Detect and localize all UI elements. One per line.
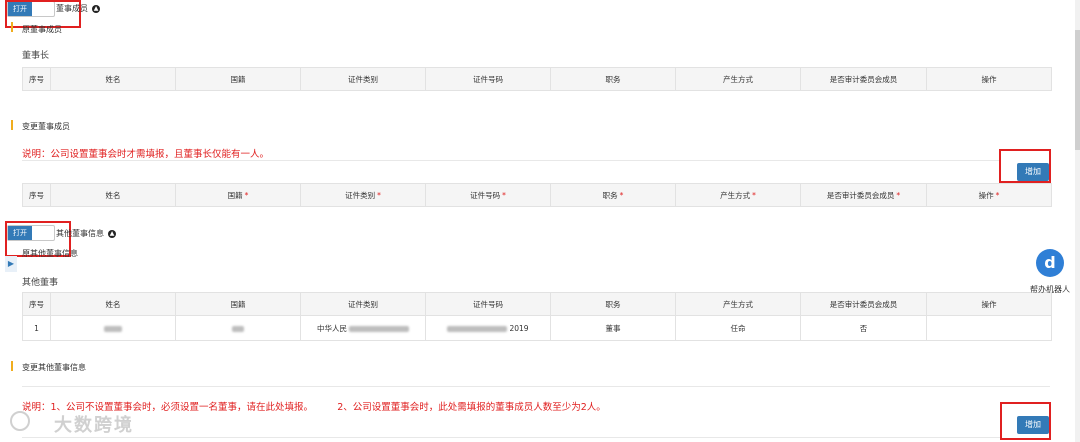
cell-index: 1 [22, 315, 51, 341]
sidebar-expand-icon[interactable]: ▶ [5, 256, 17, 272]
col-header: 姓名 [50, 183, 176, 207]
section-header-label: 其他董事信息 [56, 229, 104, 238]
section-header-other: 其他董事信息 ▲ [56, 228, 116, 239]
table-row[interactable]: 1 中华人民 2019 董事 任命 否 [22, 315, 1052, 341]
col-header: 产生方式 * [675, 183, 801, 207]
cell-nationality-redacted [175, 315, 301, 341]
col-header: 产生方式 [675, 292, 801, 316]
col-header: 职务 [550, 67, 676, 91]
add-other-director-button[interactable]: 增加 [1017, 416, 1049, 434]
cell-name-redacted [50, 315, 176, 341]
chairman-subtitle: 董事长 [22, 51, 50, 61]
section-bar-icon [11, 22, 13, 32]
divider [22, 160, 1000, 161]
watermark-text: 大数跨境 [54, 415, 134, 436]
table-header-row: 序号 姓名 国籍 证件类别 证件号码 职务 产生方式 是否审计委员会成员 操作 [22, 292, 1052, 316]
col-header: 证件号码 [425, 67, 551, 91]
col-header: 操作 * [926, 183, 1052, 207]
col-header: 国籍 * [175, 183, 301, 207]
change-directors-table: 序号 姓名 国籍 * 证件类别 * 证件号码 * 职务 * 产生方式 * 是否审计委员会成… [22, 183, 1052, 207]
col-header: 是否审计委员会成员 * [800, 183, 927, 207]
other-directors-table: 序号 姓名 国籍 证件类别 证件号码 职务 产生方式 是否审计委员会成员 操作 … [22, 292, 1052, 341]
original-directors-title: 原董事成员 [22, 25, 62, 34]
chairman-table: 序号 姓名 国籍 证件类别 证件号码 职务 产生方式 是否审计委员会成员 操作 [22, 67, 1052, 91]
col-header: 序号 [22, 292, 51, 316]
col-header: 是否审计委员会成员 [800, 292, 927, 316]
col-header: 姓名 [50, 292, 176, 316]
help-robot-icon[interactable]: d [1036, 249, 1064, 277]
change-directors-note: 说明：公司设置董事会时才需填报，且董事长仅能有一人。 [22, 149, 270, 160]
help-robot-label: 帮办机器人 [1030, 285, 1070, 294]
col-header: 证件类别 [300, 292, 426, 316]
collapse-icon[interactable]: ▲ [92, 4, 100, 13]
col-header: 证件类别 * [300, 183, 426, 207]
section-header-directors: 董事成员 ▲ [56, 3, 100, 14]
change-other-title: 变更其他董事信息 [22, 363, 86, 372]
scrollbar-thumb[interactable] [1075, 30, 1080, 150]
col-header: 证件类别 [300, 67, 426, 91]
col-header: 是否审计委员会成员 [800, 67, 927, 91]
table-header-row: 序号 姓名 国籍 证件类别 证件号码 职务 产生方式 是否审计委员会成员 操作 [22, 67, 1052, 91]
watermark-logo-icon [10, 411, 30, 431]
col-header: 序号 [22, 67, 51, 91]
original-other-title: 原其他董事信息 [22, 249, 78, 258]
col-header: 职务 [550, 292, 676, 316]
change-directors-title: 变更董事成员 [22, 122, 70, 131]
cell-audit: 否 [800, 315, 927, 341]
cell-method: 任命 [675, 315, 801, 341]
cell-idtype: 中华人民 [300, 315, 426, 341]
cell-idno: 2019 [425, 315, 551, 341]
cell-position: 董事 [550, 315, 676, 341]
section-bar-icon [11, 120, 13, 130]
add-director-button[interactable]: 增加 [1017, 163, 1049, 181]
col-header: 姓名 [50, 67, 176, 91]
col-header: 证件号码 [425, 292, 551, 316]
other-directors-subtitle: 其他董事 [22, 278, 59, 288]
col-header: 操作 [926, 67, 1052, 91]
divider [22, 386, 1050, 387]
collapse-icon[interactable]: ▲ [108, 229, 116, 238]
col-header: 序号 [22, 183, 51, 207]
col-header: 职务 * [550, 183, 676, 207]
col-header: 国籍 [175, 67, 301, 91]
col-header: 产生方式 [675, 67, 801, 91]
col-header: 操作 [926, 292, 1052, 316]
vertical-scrollbar[interactable] [1075, 0, 1080, 442]
cell-operation [926, 315, 1052, 341]
col-header: 证件号码 * [425, 183, 551, 207]
table-header-row: 序号 姓名 国籍 * 证件类别 * 证件号码 * 职务 * 产生方式 * 是否审计委员会成… [22, 183, 1052, 207]
section-header-label: 董事成员 [56, 4, 88, 13]
col-header: 国籍 [175, 292, 301, 316]
divider [22, 437, 1000, 438]
section-bar-icon [11, 361, 13, 371]
